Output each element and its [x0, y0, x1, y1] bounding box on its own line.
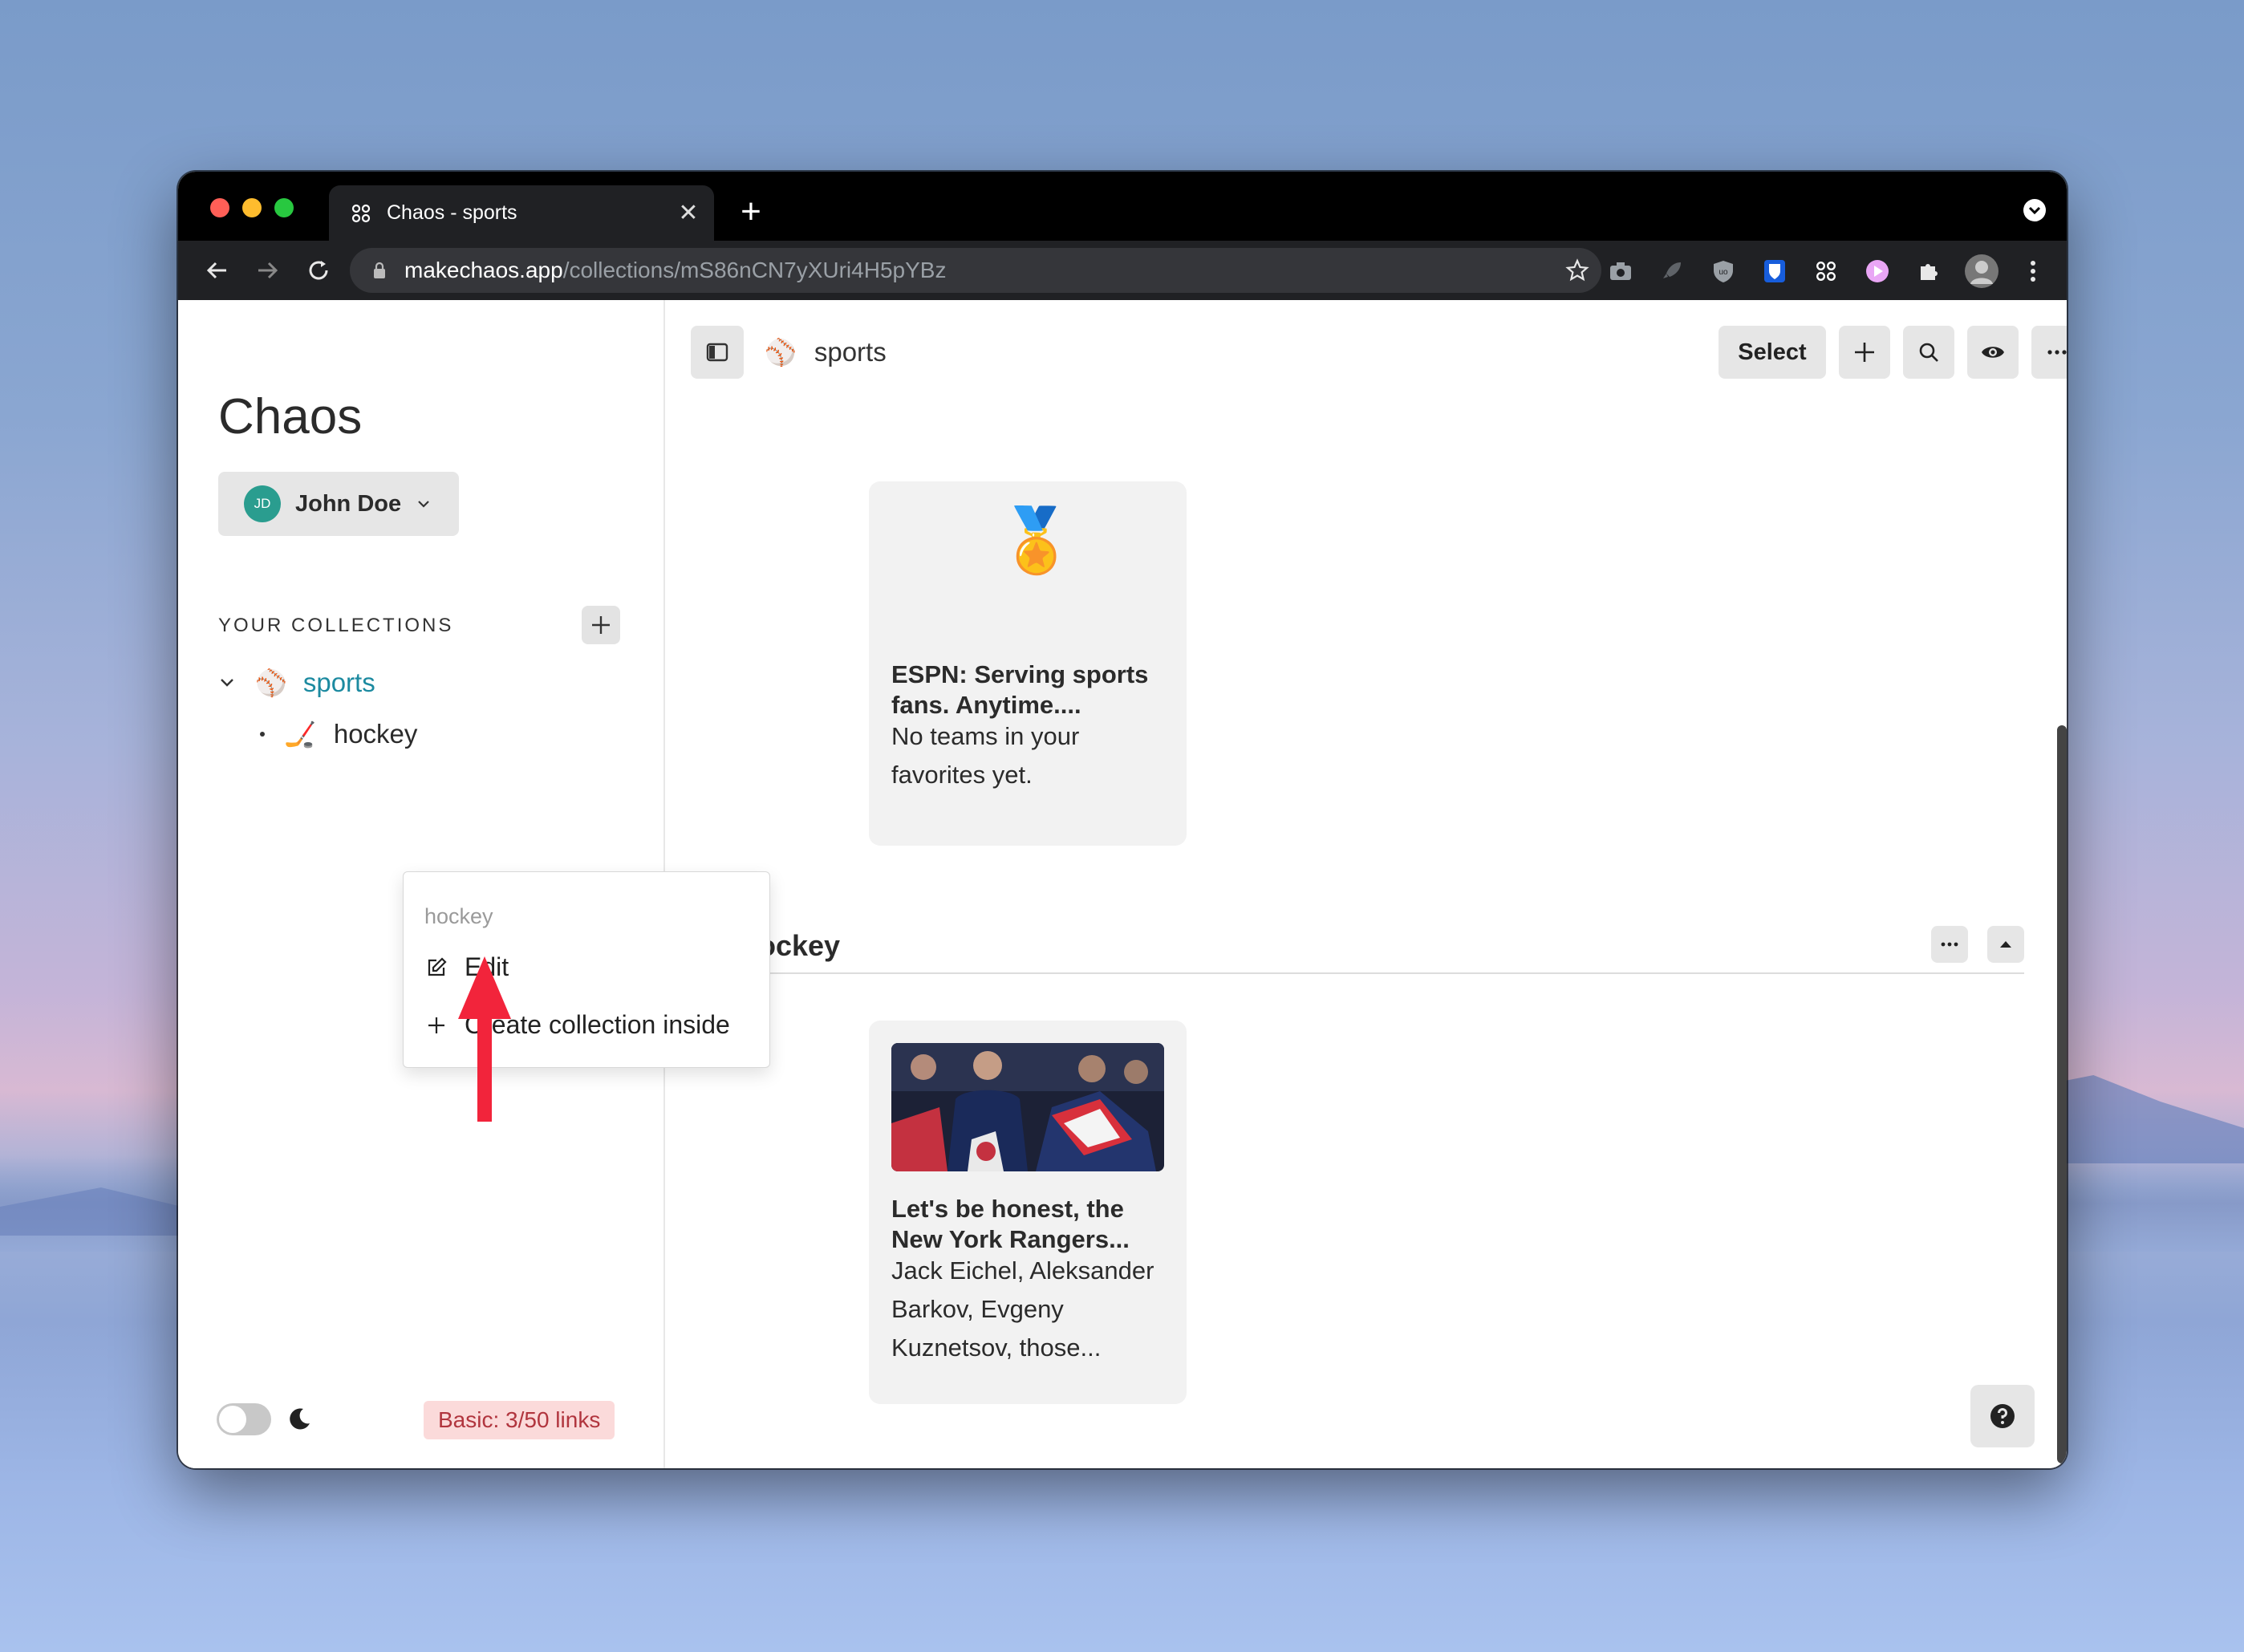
- tab-search-icon[interactable]: [2023, 199, 2046, 221]
- toggle-sidebar-button[interactable]: [691, 326, 744, 379]
- user-name: John Doe: [295, 490, 402, 517]
- plan-badge[interactable]: Basic: 3/50 links: [424, 1401, 615, 1439]
- medal-icon: 🏅: [997, 505, 1076, 575]
- app-title: Chaos: [218, 389, 363, 444]
- page-title: sports: [814, 337, 887, 367]
- section-header-hockey: 🏒 hockey: [691, 926, 2024, 974]
- bullet-icon: [258, 730, 266, 738]
- forward-button[interactable]: [249, 252, 286, 289]
- plus-icon: [424, 1013, 448, 1037]
- more-icon: [2047, 350, 2067, 355]
- minimize-window-button[interactable]: [242, 198, 262, 217]
- breadcrumb: ⚾ sports: [765, 337, 887, 367]
- browser-menu-icon[interactable]: [2019, 257, 2047, 286]
- back-button[interactable]: [199, 252, 236, 289]
- select-label: Select: [1738, 339, 1807, 365]
- collapse-section-button[interactable]: [1987, 926, 2024, 963]
- scrollbar[interactable]: [2057, 725, 2067, 1463]
- sidebar-item-sports[interactable]: ⚾ sports: [220, 668, 375, 698]
- lock-icon: [369, 260, 390, 281]
- card-title: Let's be honest, the New York Rangers...: [891, 1195, 1130, 1253]
- help-icon: [1990, 1404, 2015, 1428]
- add-collection-button[interactable]: [582, 606, 620, 644]
- browser-window: Chaos - sports ✕ + makechaos.app/collect…: [178, 172, 2067, 1468]
- baseball-icon: ⚾: [765, 338, 797, 367]
- edit-icon: [424, 956, 448, 980]
- close-tab-icon[interactable]: ✕: [672, 197, 704, 229]
- chaos-favicon-icon: [350, 202, 372, 225]
- select-button[interactable]: Select: [1719, 326, 1826, 379]
- new-tab-button[interactable]: +: [732, 194, 770, 233]
- title-bar: Chaos - sports ✕ +: [178, 172, 2067, 241]
- eye-icon: [1982, 347, 2004, 358]
- app-content: Chaos JD John Doe YOUR COLLECTIONS ⚾ spo…: [178, 300, 2067, 1468]
- baseball-icon: ⚾: [255, 668, 287, 697]
- more-options-button[interactable]: [2031, 326, 2067, 379]
- search-button[interactable]: [1903, 326, 1954, 379]
- chevron-down-icon: [416, 496, 432, 512]
- collections-label: YOUR COLLECTIONS: [218, 615, 454, 636]
- link-card[interactable]: Let's be honest, the New York Rangers...…: [869, 1021, 1187, 1404]
- hockey-stick-icon: 🏒: [284, 720, 316, 749]
- card-title: ESPN: Serving sports fans. Anytime....: [891, 660, 1149, 719]
- context-menu-header: hockey: [424, 904, 493, 928]
- media-extension-icon[interactable]: [1863, 257, 1892, 286]
- sidebar-item-hockey[interactable]: 🏒 hockey: [258, 719, 417, 749]
- address-bar[interactable]: makechaos.app/collections/mS86nCN7yXUri4…: [350, 248, 1601, 293]
- reload-button[interactable]: [300, 252, 337, 289]
- card-description: No teams in your favorites yet.: [891, 722, 1080, 789]
- avatar: JD: [244, 485, 281, 522]
- chevron-down-icon[interactable]: [220, 678, 244, 688]
- card-description: Jack Eichel, Aleksander Barkov, Evgeny K…: [891, 1256, 1154, 1362]
- annotation-arrow: [457, 955, 513, 1129]
- ublock-extension-icon[interactable]: uo: [1709, 257, 1738, 286]
- moon-icon: [286, 1406, 313, 1433]
- profile-avatar-icon[interactable]: [1964, 254, 1999, 289]
- main-panel: ⚾ sports Select 🏅 ESPN: Serving sports f…: [667, 300, 2067, 1468]
- svg-text:uo: uo: [1719, 268, 1728, 277]
- browser-toolbar: makechaos.app/collections/mS86nCN7yXUri4…: [178, 241, 2067, 300]
- search-icon: [1919, 343, 1938, 362]
- triangle-up-icon: [2000, 941, 2011, 948]
- dark-mode-toggle[interactable]: [217, 1403, 271, 1435]
- help-button[interactable]: [1970, 1385, 2035, 1447]
- bitwarden-extension-icon[interactable]: [1760, 257, 1789, 286]
- add-link-button[interactable]: [1839, 326, 1890, 379]
- tab-title: Chaos - sports: [387, 201, 517, 224]
- sidebar-item-label: hockey: [333, 719, 418, 749]
- zoom-window-button[interactable]: [274, 198, 294, 217]
- section-more-button[interactable]: [1931, 926, 1968, 963]
- sidebar-item-label: sports: [302, 668, 375, 697]
- extensions-puzzle-icon[interactable]: [1914, 257, 1943, 286]
- view-button[interactable]: [1967, 326, 2019, 379]
- link-card[interactable]: 🏅 ESPN: Serving sports fans. Anytime....…: [869, 481, 1187, 846]
- close-window-button[interactable]: [210, 198, 229, 217]
- rocket-extension-icon[interactable]: [1658, 257, 1686, 286]
- toggle-knob: [219, 1406, 246, 1433]
- url-text: makechaos.app/collections/mS86nCN7yXUri4…: [404, 258, 947, 282]
- card-thumbnail: [891, 1043, 1164, 1171]
- more-icon: [1941, 942, 1958, 947]
- chaos-extension-icon[interactable]: [1812, 257, 1840, 286]
- camera-extension-icon[interactable]: [1606, 257, 1635, 286]
- browser-tab[interactable]: Chaos - sports ✕: [329, 185, 714, 241]
- user-menu-button[interactable]: JD John Doe: [218, 472, 459, 536]
- bookmark-star-icon[interactable]: [1564, 258, 1590, 283]
